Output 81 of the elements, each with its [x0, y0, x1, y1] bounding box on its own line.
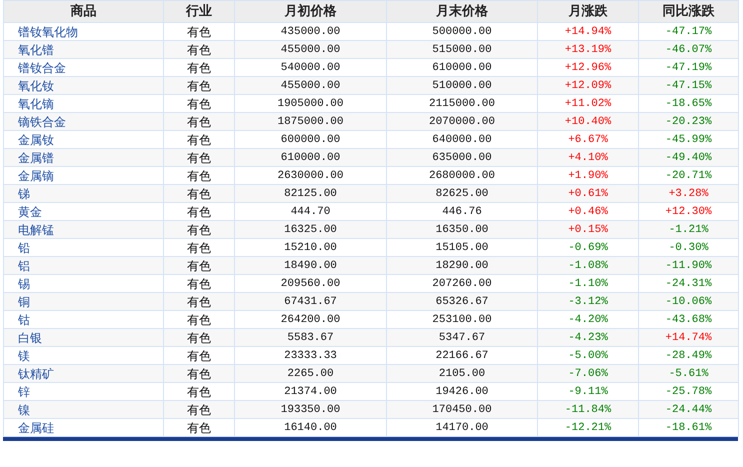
table-cell: 18290.00 [386, 256, 538, 274]
table-cell: 170450.00 [386, 400, 538, 418]
table-cell: -20.23% [638, 112, 738, 130]
table-cell: -3.12% [538, 292, 638, 310]
table-cell: -49.40% [638, 148, 738, 166]
table-cell: 1875000.00 [234, 112, 386, 130]
table-cell: 515000.00 [386, 40, 538, 58]
table-cell: -11.84% [538, 400, 638, 418]
column-header: 行业 [164, 0, 234, 22]
table-cell: 455000.00 [234, 76, 386, 94]
commodity-link[interactable]: 金属硅 [18, 420, 54, 434]
commodity-link[interactable]: 铅 [18, 240, 30, 254]
table-cell: 有色 [164, 76, 234, 94]
commodity-link[interactable]: 金属钕 [18, 132, 54, 146]
commodity-link[interactable]: 电解锰 [18, 222, 54, 236]
table-cell: 5583.67 [234, 328, 386, 346]
table-cell: 有色 [164, 40, 234, 58]
table-cell: 67431.67 [234, 292, 386, 310]
commodity-link[interactable]: 氧化镨 [18, 42, 54, 56]
table-cell: 635000.00 [386, 148, 538, 166]
table-cell: 455000.00 [234, 40, 386, 58]
table-cell: 有色 [164, 292, 234, 310]
table-cell: 65326.67 [386, 292, 538, 310]
table-cell: 16325.00 [234, 220, 386, 238]
table-cell: 82625.00 [386, 184, 538, 202]
table-cell: 有色 [164, 400, 234, 418]
commodity-link[interactable]: 锡 [18, 276, 30, 290]
table-cell: -11.90% [638, 256, 738, 274]
table-cell: 610000.00 [234, 148, 386, 166]
table-cell: 510000.00 [386, 76, 538, 94]
table-cell: 有色 [164, 220, 234, 238]
table-cell: 有色 [164, 148, 234, 166]
table-cell: +3.28% [638, 184, 738, 202]
table-cell: +12.09% [538, 76, 638, 94]
table-cell: -46.07% [638, 40, 738, 58]
commodity-link[interactable]: 锑 [18, 186, 30, 200]
table-cell: +14.74% [638, 328, 738, 346]
commodity-link[interactable]: 钛精矿 [18, 366, 54, 380]
table-cell: 2105.00 [386, 364, 538, 382]
table-cell: 5347.67 [386, 328, 538, 346]
commodity-link[interactable]: 金属镨 [18, 150, 54, 164]
column-header: 月初价格 [234, 0, 386, 22]
table-cell: 有色 [164, 112, 234, 130]
table-cell: 2070000.00 [386, 112, 538, 130]
table-cell: 16350.00 [386, 220, 538, 238]
table-cell: 有色 [164, 364, 234, 382]
commodity-link[interactable]: 镁 [18, 348, 30, 362]
table-cell: -10.06% [638, 292, 738, 310]
table-cell: +10.40% [538, 112, 638, 130]
table-cell: -1.08% [538, 256, 638, 274]
commodity-link[interactable]: 白银 [18, 330, 42, 344]
column-header: 月末价格 [386, 0, 538, 22]
table-cell: -7.06% [538, 364, 638, 382]
commodity-link[interactable]: 氧化钕 [18, 78, 54, 92]
table-cell: +13.19% [538, 40, 638, 58]
commodity-link[interactable]: 铝 [18, 258, 30, 272]
commodity-link[interactable]: 金属镝 [18, 168, 54, 182]
table-cell: 有色 [164, 328, 234, 346]
column-header: 月涨跌 [538, 0, 638, 22]
table-cell: 有色 [164, 184, 234, 202]
table-cell: 18490.00 [234, 256, 386, 274]
commodity-link[interactable]: 镍 [18, 402, 30, 416]
table-cell: -5.61% [638, 364, 738, 382]
table-cell: -47.15% [638, 76, 738, 94]
table-cell: 82125.00 [234, 184, 386, 202]
table-cell: -24.44% [638, 400, 738, 418]
table-cell: 193350.00 [234, 400, 386, 418]
table-cell: +0.61% [538, 184, 638, 202]
table-cell: 有色 [164, 256, 234, 274]
column-header: 商品 [4, 0, 164, 22]
table-cell: -4.23% [538, 328, 638, 346]
table-cell: 2265.00 [234, 364, 386, 382]
commodity-link[interactable]: 钴 [18, 312, 30, 326]
commodity-link[interactable]: 锌 [18, 384, 30, 398]
table-cell: +4.10% [538, 148, 638, 166]
commodity-link[interactable]: 铜 [18, 294, 30, 308]
table-cell: -1.21% [638, 220, 738, 238]
table-cell: +0.15% [538, 220, 638, 238]
commodity-link[interactable]: 黄金 [18, 204, 42, 218]
commodity-link[interactable]: 氧化镝 [18, 96, 54, 110]
column-header: 同比涨跌 [638, 0, 738, 22]
